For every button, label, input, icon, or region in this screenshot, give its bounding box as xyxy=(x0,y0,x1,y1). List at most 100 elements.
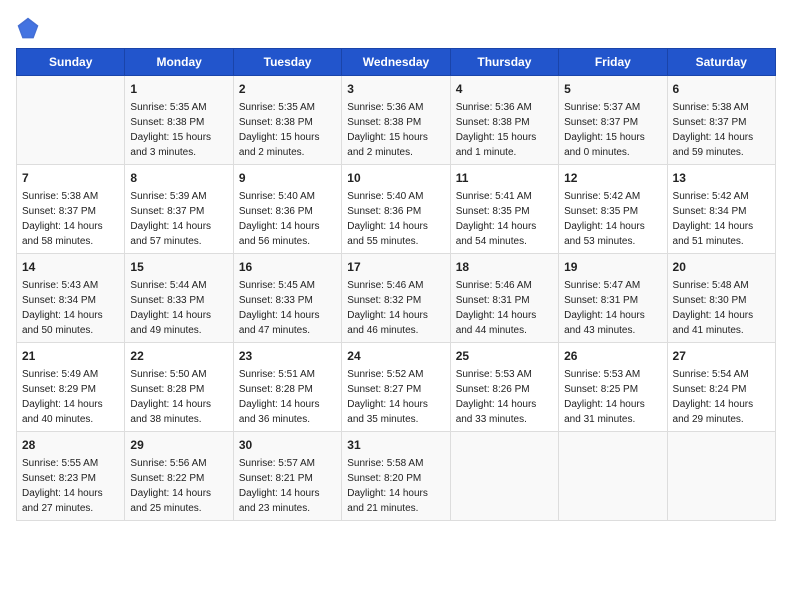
week-row-0: 1Sunrise: 5:35 AMSunset: 8:38 PMDaylight… xyxy=(17,76,776,165)
daylight-text: Daylight: 14 hours and 57 minutes. xyxy=(130,219,227,249)
day-cell xyxy=(559,432,667,521)
sunrise-text: Sunrise: 5:57 AM xyxy=(239,456,336,471)
daylight-text: Daylight: 14 hours and 29 minutes. xyxy=(673,397,770,427)
sunrise-text: Sunrise: 5:46 AM xyxy=(347,278,444,293)
sunset-text: Sunset: 8:31 PM xyxy=(564,293,661,308)
daylight-text: Daylight: 14 hours and 44 minutes. xyxy=(456,308,553,338)
daylight-text: Daylight: 14 hours and 58 minutes. xyxy=(22,219,119,249)
sunrise-text: Sunrise: 5:49 AM xyxy=(22,367,119,382)
day-number: 23 xyxy=(239,347,336,365)
day-number: 27 xyxy=(673,347,770,365)
sunrise-text: Sunrise: 5:56 AM xyxy=(130,456,227,471)
day-number: 29 xyxy=(130,436,227,454)
day-cell: 11Sunrise: 5:41 AMSunset: 8:35 PMDayligh… xyxy=(450,165,558,254)
day-number: 3 xyxy=(347,80,444,98)
sunset-text: Sunset: 8:35 PM xyxy=(564,204,661,219)
sunrise-text: Sunrise: 5:51 AM xyxy=(239,367,336,382)
sunrise-text: Sunrise: 5:40 AM xyxy=(347,189,444,204)
daylight-text: Daylight: 14 hours and 25 minutes. xyxy=(130,486,227,516)
sunset-text: Sunset: 8:35 PM xyxy=(456,204,553,219)
daylight-text: Daylight: 15 hours and 0 minutes. xyxy=(564,130,661,160)
sunrise-text: Sunrise: 5:35 AM xyxy=(239,100,336,115)
calendar-table: SundayMondayTuesdayWednesdayThursdayFrid… xyxy=(16,48,776,521)
day-number: 8 xyxy=(130,169,227,187)
daylight-text: Daylight: 14 hours and 36 minutes. xyxy=(239,397,336,427)
daylight-text: Daylight: 14 hours and 40 minutes. xyxy=(22,397,119,427)
daylight-text: Daylight: 15 hours and 2 minutes. xyxy=(239,130,336,160)
sunrise-text: Sunrise: 5:53 AM xyxy=(456,367,553,382)
daylight-text: Daylight: 14 hours and 41 minutes. xyxy=(673,308,770,338)
sunset-text: Sunset: 8:26 PM xyxy=(456,382,553,397)
header-cell-thursday: Thursday xyxy=(450,49,558,76)
sunset-text: Sunset: 8:22 PM xyxy=(130,471,227,486)
sunrise-text: Sunrise: 5:43 AM xyxy=(22,278,119,293)
day-number: 2 xyxy=(239,80,336,98)
day-number: 31 xyxy=(347,436,444,454)
day-number: 17 xyxy=(347,258,444,276)
sunset-text: Sunset: 8:23 PM xyxy=(22,471,119,486)
day-number: 28 xyxy=(22,436,119,454)
daylight-text: Daylight: 14 hours and 51 minutes. xyxy=(673,219,770,249)
day-cell: 13Sunrise: 5:42 AMSunset: 8:34 PMDayligh… xyxy=(667,165,775,254)
daylight-text: Daylight: 14 hours and 35 minutes. xyxy=(347,397,444,427)
day-number: 11 xyxy=(456,169,553,187)
sunset-text: Sunset: 8:37 PM xyxy=(22,204,119,219)
header-row: SundayMondayTuesdayWednesdayThursdayFrid… xyxy=(17,49,776,76)
week-row-2: 14Sunrise: 5:43 AMSunset: 8:34 PMDayligh… xyxy=(17,254,776,343)
calendar-header: SundayMondayTuesdayWednesdayThursdayFrid… xyxy=(17,49,776,76)
day-cell: 6 Sunrise: 5:38 AMSunset: 8:37 PMDaylight… xyxy=(667,76,775,165)
sunset-text: Sunset: 8:27 PM xyxy=(347,382,444,397)
daylight-text: Daylight: 15 hours and 3 minutes. xyxy=(130,130,227,160)
sunrise-text: Sunrise: 5:35 AM xyxy=(130,100,227,115)
day-cell: 3Sunrise: 5:36 AMSunset: 8:38 PMDaylight… xyxy=(342,76,450,165)
sunrise-text: Sunrise: 5:47 AM xyxy=(564,278,661,293)
day-number: 12 xyxy=(564,169,661,187)
daylight-text: Daylight: 14 hours and 21 minutes. xyxy=(347,486,444,516)
sunset-text: Sunset: 8:21 PM xyxy=(239,471,336,486)
day-number: 21 xyxy=(22,347,119,365)
week-row-3: 21Sunrise: 5:49 AMSunset: 8:29 PMDayligh… xyxy=(17,343,776,432)
sunset-text: Sunset: 8:38 PM xyxy=(239,115,336,130)
sunset-text: Sunset: 8:37 PM xyxy=(673,115,770,130)
header-cell-friday: Friday xyxy=(559,49,667,76)
daylight-text: Daylight: 14 hours and 53 minutes. xyxy=(564,219,661,249)
logo xyxy=(16,16,44,40)
daylight-text: Daylight: 14 hours and 59 minutes. xyxy=(673,130,770,160)
week-row-1: 7Sunrise: 5:38 AMSunset: 8:37 PMDaylight… xyxy=(17,165,776,254)
day-cell: 7Sunrise: 5:38 AMSunset: 8:37 PMDaylight… xyxy=(17,165,125,254)
day-cell: 19Sunrise: 5:47 AMSunset: 8:31 PMDayligh… xyxy=(559,254,667,343)
daylight-text: Daylight: 14 hours and 56 minutes. xyxy=(239,219,336,249)
header-cell-wednesday: Wednesday xyxy=(342,49,450,76)
daylight-text: Daylight: 14 hours and 47 minutes. xyxy=(239,308,336,338)
day-cell: 18Sunrise: 5:46 AMSunset: 8:31 PMDayligh… xyxy=(450,254,558,343)
day-cell: 28Sunrise: 5:55 AMSunset: 8:23 PMDayligh… xyxy=(17,432,125,521)
header-cell-monday: Monday xyxy=(125,49,233,76)
sunrise-text: Sunrise: 5:39 AM xyxy=(130,189,227,204)
day-cell: 14Sunrise: 5:43 AMSunset: 8:34 PMDayligh… xyxy=(17,254,125,343)
day-number: 6 xyxy=(673,80,770,98)
daylight-text: Daylight: 14 hours and 50 minutes. xyxy=(22,308,119,338)
sunrise-text: Sunrise: 5:50 AM xyxy=(130,367,227,382)
day-cell: 9Sunrise: 5:40 AMSunset: 8:36 PMDaylight… xyxy=(233,165,341,254)
day-cell: 4Sunrise: 5:36 AMSunset: 8:38 PMDaylight… xyxy=(450,76,558,165)
day-cell: 5Sunrise: 5:37 AMSunset: 8:37 PMDaylight… xyxy=(559,76,667,165)
day-cell: 16Sunrise: 5:45 AMSunset: 8:33 PMDayligh… xyxy=(233,254,341,343)
day-cell: 1Sunrise: 5:35 AMSunset: 8:38 PMDaylight… xyxy=(125,76,233,165)
daylight-text: Daylight: 14 hours and 43 minutes. xyxy=(564,308,661,338)
sunrise-text: Sunrise: 5:40 AM xyxy=(239,189,336,204)
day-number: 1 xyxy=(130,80,227,98)
day-number: 10 xyxy=(347,169,444,187)
sunrise-text: Sunrise: 5:38 AM xyxy=(673,100,770,115)
day-cell: 22Sunrise: 5:50 AMSunset: 8:28 PMDayligh… xyxy=(125,343,233,432)
sunset-text: Sunset: 8:24 PM xyxy=(673,382,770,397)
sunrise-text: Sunrise: 5:45 AM xyxy=(239,278,336,293)
day-number: 9 xyxy=(239,169,336,187)
sunset-text: Sunset: 8:28 PM xyxy=(239,382,336,397)
day-number: 14 xyxy=(22,258,119,276)
day-number: 30 xyxy=(239,436,336,454)
day-cell: 26Sunrise: 5:53 AMSunset: 8:25 PMDayligh… xyxy=(559,343,667,432)
daylight-text: Daylight: 14 hours and 23 minutes. xyxy=(239,486,336,516)
day-number: 26 xyxy=(564,347,661,365)
daylight-text: Daylight: 14 hours and 55 minutes. xyxy=(347,219,444,249)
daylight-text: Daylight: 14 hours and 46 minutes. xyxy=(347,308,444,338)
